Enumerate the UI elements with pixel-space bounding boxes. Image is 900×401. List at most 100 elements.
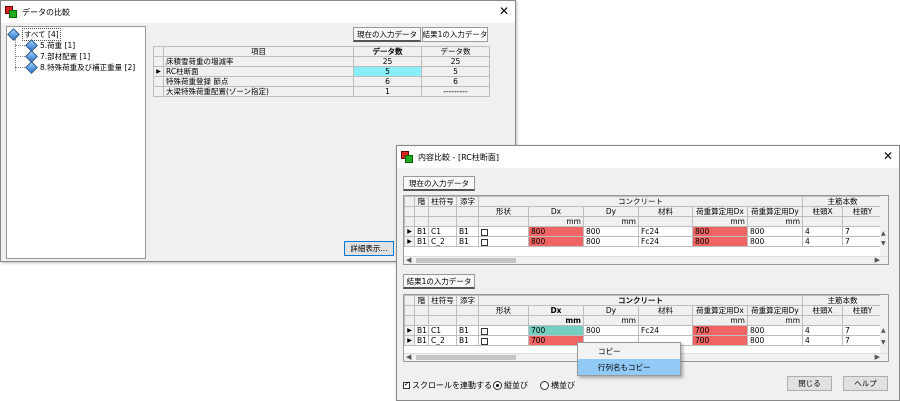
column-header-floor: 階 [414,196,429,207]
cell-dx: 700 [528,335,584,346]
vertical-scrollbar[interactable]: ▲ ▼ [880,196,888,256]
cell-item: 床積雪荷重の増減率 [163,56,354,67]
cell-bar-y: 7 [842,335,884,346]
title-bar: データの比較 ✕ [1,1,515,23]
row-header-corner [404,315,415,326]
content-compare-window: 内容比較 - [RC柱断面] ✕ 現在の入力データ 階 柱符号 添字 コンクリー… [396,145,900,401]
column-header-column-code: 柱符号 [428,196,457,207]
header-spacer [456,206,479,217]
table-row[interactable]: ▶ B1 C1 B1 700 800 Fc24 700 800 4 7 [404,325,884,336]
column-header-bar-x: 柱頭X [802,206,844,217]
window-title: 内容比較 - [RC柱断面] [418,152,499,162]
radio-vertical-option[interactable]: 縦並び [493,380,528,391]
cell-count-result: --------- [421,86,490,97]
cell-load-dx: 700 [692,325,748,336]
horizontal-scrollbar[interactable]: ◀ ▶ [404,256,888,264]
column-header-concrete: コンクリート [477,196,804,207]
cell-floor: B1 [414,236,429,247]
column-header-column-code: 柱符号 [428,295,457,306]
scroll-up-icon[interactable]: ▲ [881,230,886,237]
radio-vertical-label: 縦並び [504,381,528,390]
result-data-table: 階 柱符号 添字 コンクリート 主筋本数 形状 Dx Dy 材料 荷重算定用Dx… [404,295,884,346]
scroll-left-icon[interactable]: ◀ [406,256,411,264]
cell-load-dx: 800 [692,236,748,247]
cell-count-current: 6 [353,76,422,87]
table-row[interactable]: ▶ B1 C1 B1 800 800 Fc24 800 800 4 7 [404,226,884,237]
cell-bar-x: 4 [802,335,844,346]
column-header-bar-y: 柱頭Y [842,206,884,217]
cell-column-code: C_2 [428,335,457,346]
cell-load-dx: 800 [692,226,748,237]
scrollbar-thumb[interactable] [416,258,516,263]
current-data-table: 階 柱符号 添字 コンクリート 主筋本数 形状 Dx Dy 材料 荷重算定用Dx… [404,196,884,247]
column-header-bar-y: 柱頭Y [842,305,884,316]
menu-item-copy-with-headers[interactable]: 行列名もコピー [578,359,680,375]
tree-item-all[interactable]: すべて [4] [7,27,61,41]
table-row[interactable]: ▶ RC柱断面 5 5 [153,66,490,77]
header-spacer [456,216,479,227]
header-spacer [802,315,844,326]
scroll-up-icon[interactable]: ▲ [881,327,886,334]
summary-table: 項目 データ数 データ数 床積雪荷重の増減率 25 25 ▶ RC柱断面 5 5… [153,46,490,97]
sync-scroll-checkbox[interactable]: ✓ [403,380,410,389]
cell-bar-x: 4 [802,325,844,336]
cell-dx: 800 [528,226,584,237]
menu-item-copy[interactable]: コピー [578,343,680,359]
tree-label: 5.荷重 [1] [40,40,76,50]
column-header-item: 項目 [163,46,354,57]
header-spacer [428,216,457,227]
cell-column-code: C1 [428,226,457,237]
table-row[interactable]: ▶ B1 C_2 B1 800 800 Fc24 800 800 4 7 [404,236,884,247]
column-header-dx: Dx [528,206,584,217]
category-tree: すべて [4] 5.荷重 [1] 7.部材配置 [1] 8.特殊荷重及び補正重量… [6,26,146,259]
unit-label: mm [528,315,584,326]
header-spacer [802,216,844,227]
header-spacer [428,206,457,217]
cell-dy: 800 [583,226,639,237]
header-spacer [478,315,529,326]
cell-item: 大梁特殊荷重配置(ゾーン指定) [163,86,354,97]
table-row[interactable]: 特殊荷重登録 節点 6 6 [153,76,490,87]
table-row[interactable]: 大梁特殊荷重配置(ゾーン指定) 1 --------- [153,86,490,97]
scroll-down-icon[interactable]: ▼ [881,339,886,346]
cell-dx: 800 [528,236,584,247]
close-button[interactable]: 閉じる [787,376,832,391]
cell-count-result: 6 [421,76,490,87]
close-icon[interactable]: ✕ [499,4,509,18]
cell-item: RC柱断面 [163,66,354,77]
scroll-down-icon[interactable]: ▼ [881,240,886,247]
row-pointer-icon: ▶ [153,66,164,77]
help-button[interactable]: ヘルプ [843,376,888,391]
scrollbar-thumb[interactable] [416,355,516,360]
header-spacer [428,305,457,316]
column-header-dx: Dx [528,305,584,316]
close-icon[interactable]: ✕ [883,149,893,163]
header-spacer [638,216,693,227]
scroll-right-icon[interactable]: ▶ [875,256,880,264]
unit-label: mm [583,216,639,227]
cell-dy: 800 [583,236,639,247]
tree-item-member-placement[interactable]: 7.部材配置 [1] [25,49,90,63]
tree-item-special-load[interactable]: 8.特殊荷重及び補正重量 [2] [25,60,135,74]
cell-count-result: 5 [421,66,490,77]
radio-horizontal-option[interactable]: 横並び [540,380,575,391]
column-header-load-dy: 荷重算定用Dy [746,305,804,316]
sync-scroll-label: スクロールを連動する [412,381,492,390]
row-header-corner [404,305,415,316]
detail-view-button[interactable]: 詳細表示... [344,241,394,256]
cell-count-current: 25 [353,56,422,67]
radio-vertical[interactable] [493,381,502,390]
scroll-left-icon[interactable]: ◀ [406,353,411,361]
column-header-bar-x: 柱頭X [802,305,844,316]
radio-horizontal[interactable] [540,381,549,390]
table-row[interactable]: 床積雪荷重の増減率 25 25 [153,56,490,67]
scroll-right-icon[interactable]: ▶ [875,353,880,361]
column-header-dy: Dy [583,206,639,217]
cell-shape [478,226,529,237]
cell-load-dy: 800 [746,335,804,346]
cell-suffix: B1 [456,325,479,336]
cell-column-code: C1 [428,325,457,336]
tree-item-load[interactable]: 5.荷重 [1] [25,38,76,52]
sync-scroll-option[interactable]: ✓ スクロールを連動する [403,380,492,391]
vertical-scrollbar[interactable]: ▲ ▼ [880,295,888,353]
